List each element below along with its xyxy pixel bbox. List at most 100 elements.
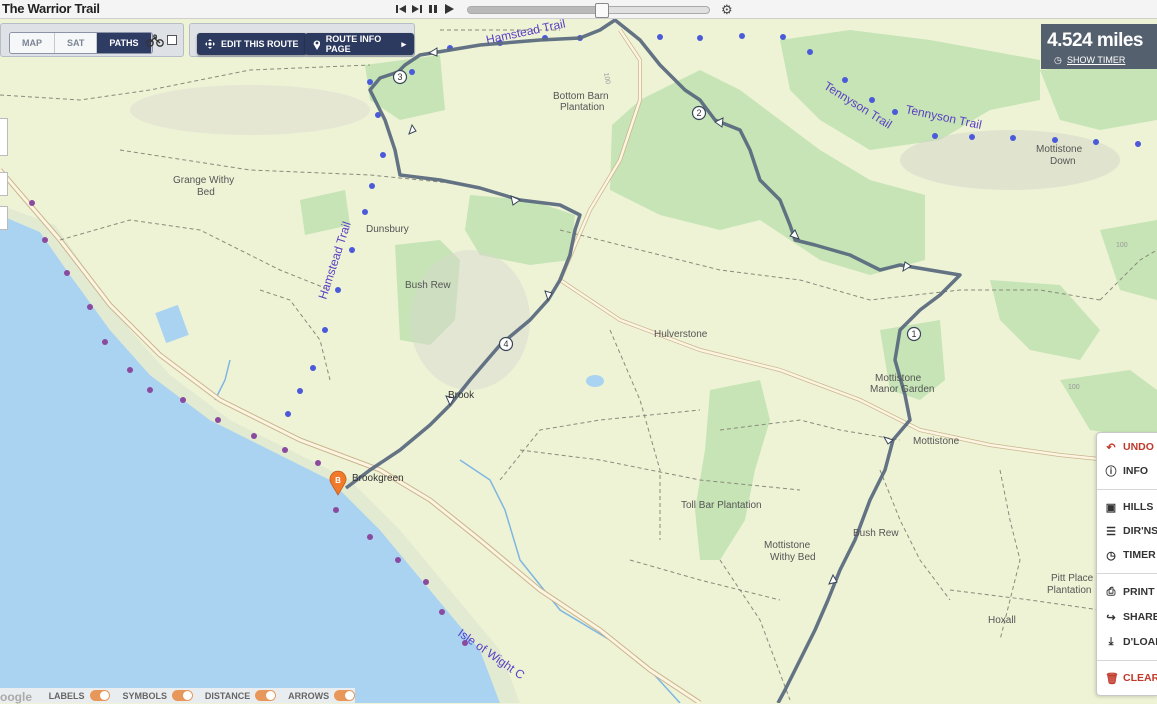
top-bar: The Warrior Trail ⚙ [0,0,1157,19]
edit-route-button[interactable]: EDIT THIS ROUTE [197,33,307,55]
timer-label: TIMER [1123,549,1156,561]
info-button[interactable]: ⓘ INFO [1105,463,1149,479]
arrows-toggle[interactable] [334,690,355,701]
label-pitt-place-2: Plantation [1047,585,1091,596]
route-marker-1: 1 [911,329,916,339]
start-marker-label: B [335,476,341,485]
map-type-panel: MAP SAT PATHS [0,23,184,57]
label-contour-2: 100 [1116,242,1128,249]
info-icon: ⓘ [1105,466,1117,478]
image-icon: ▣ [1105,501,1117,514]
info-label: INFO [1123,465,1149,477]
labels-toggle[interactable] [89,690,111,701]
menu-divider [1097,489,1157,490]
chevron-right-icon: ▸ [401,38,406,49]
side-menu: ↶ UNDO ⓘ INFO ▣ HILLS ☰ DIR'NS ◷ TIMER ⎙ PRINT… [1096,432,1157,696]
share-label: SHARE [1123,611,1157,623]
label-brookgreen: Brookgreen [352,473,404,484]
label-contour-3: 100 [1068,384,1080,391]
map-type-map[interactable]: MAP [10,33,55,53]
label-mottistone-withy-2: Withy Bed [770,552,816,563]
skip-back-button[interactable] [395,3,407,15]
distance-toggle[interactable] [255,690,277,701]
print-icon: ⎙ [1106,585,1116,598]
play-icon [445,4,454,14]
playback-controls [395,2,455,16]
label-mottistone-manor-2: Manor Garden [870,384,934,395]
trash-icon: 🗑 [1105,672,1119,685]
pond-hulverstone [586,375,604,387]
label-pitt-place-1: Pitt Place [1051,573,1094,584]
labels-toggle-label: LABELS [48,690,85,701]
route-info-label: ROUTE INFO PAGE [325,34,382,54]
directions-button[interactable]: ☰ DIR'NS [1105,523,1157,539]
map-control-2[interactable] [0,206,8,230]
menu-divider [1097,573,1157,574]
bike-checkbox[interactable] [167,35,177,45]
clock-icon: ◷ [1054,55,1062,65]
list-icon: ☰ [1106,525,1116,538]
label-mottistone-down-2: Down [1050,156,1076,167]
skip-forward-button[interactable] [411,3,423,15]
edit-route-label: EDIT THIS ROUTE [221,39,299,49]
label-hoxall: Hoxall [988,615,1016,626]
route-info-button[interactable]: ROUTE INFO PAGE ▸ [305,33,414,55]
timer-button[interactable]: ◷ TIMER [1105,547,1156,563]
symbols-toggle[interactable] [171,690,193,701]
clock-icon: ◷ [1106,549,1116,562]
route-toolbar: EDIT THIS ROUTE ROUTE INFO PAGE ▸ [189,23,415,57]
undo-label: UNDO [1123,441,1154,453]
route-marker-3: 3 [397,72,402,82]
move-icon [205,39,215,49]
gear-icon[interactable]: ⚙ [721,2,733,18]
symbols-toggle-label: SYMBOLS [122,690,167,701]
download-button[interactable]: ⤓ D'LOAD [1105,634,1157,650]
share-icon: ↪ [1106,611,1116,624]
zoom-control[interactable] [0,118,8,156]
skip-forward-icon [412,5,422,13]
playback-progress [468,7,601,13]
route-marker-4: 4 [503,339,508,349]
map-type-sat[interactable]: SAT [55,33,98,53]
label-bottom-barn-2: Plantation [560,102,604,113]
hills-button[interactable]: ▣ HILLS [1105,499,1154,515]
label-toll-bar: Toll Bar Plantation [681,500,762,511]
directions-label: DIR'NS [1123,525,1157,537]
download-icon: ⤓ [1108,635,1114,648]
undo-icon: ↶ [1106,441,1116,454]
label-mottistone-down-1: Mottistone [1036,144,1083,155]
clear-label: CLEAR [1123,672,1157,684]
label-dunsbury: Dunsbury [366,224,409,235]
map-control[interactable] [0,172,8,196]
menu-divider [1097,660,1157,661]
playback-slider[interactable] [467,3,710,18]
label-brook: Brook [448,390,475,401]
pause-icon [429,5,437,13]
show-timer-link[interactable]: SHOW TIMER [1067,55,1125,65]
label-hulverstone: Hulverstone [654,329,708,340]
undo-button[interactable]: ↶ UNDO [1105,439,1154,455]
hills-label: HILLS [1123,501,1154,513]
clear-button[interactable]: 🗑 CLEAR [1105,670,1157,686]
label-mottistone-manor-1: Mottistone [875,373,922,384]
google-logo: oogle [0,690,32,704]
label-grange-withy-1: Grange Withy [173,175,234,186]
route-marker-2: 2 [696,108,701,118]
arrows-toggle-label: ARROWS [288,690,330,701]
print-label: PRINT [1123,586,1155,598]
print-button[interactable]: ⎙ PRINT [1105,584,1155,600]
map-type-paths[interactable]: PATHS [97,33,152,53]
label-grange-withy-2: Bed [197,187,215,198]
skip-back-icon [396,5,406,13]
map-canvas[interactable]: 1 2 3 4 B Hamstead Trail Hamstead Trail … [0,19,1157,703]
download-label: D'LOAD [1123,636,1157,648]
label-mottistone: Mottistone [913,436,960,447]
pause-button[interactable] [427,3,439,15]
label-bottom-barn-1: Bottom Barn [553,91,609,102]
distance-value: 4.524 miles [1047,30,1143,51]
play-button[interactable] [443,3,455,15]
playback-slider-thumb[interactable] [594,3,609,18]
share-button[interactable]: ↪ SHARE [1105,609,1157,625]
app-title: The Warrior Trail [2,1,100,16]
bike-icon [146,34,164,47]
